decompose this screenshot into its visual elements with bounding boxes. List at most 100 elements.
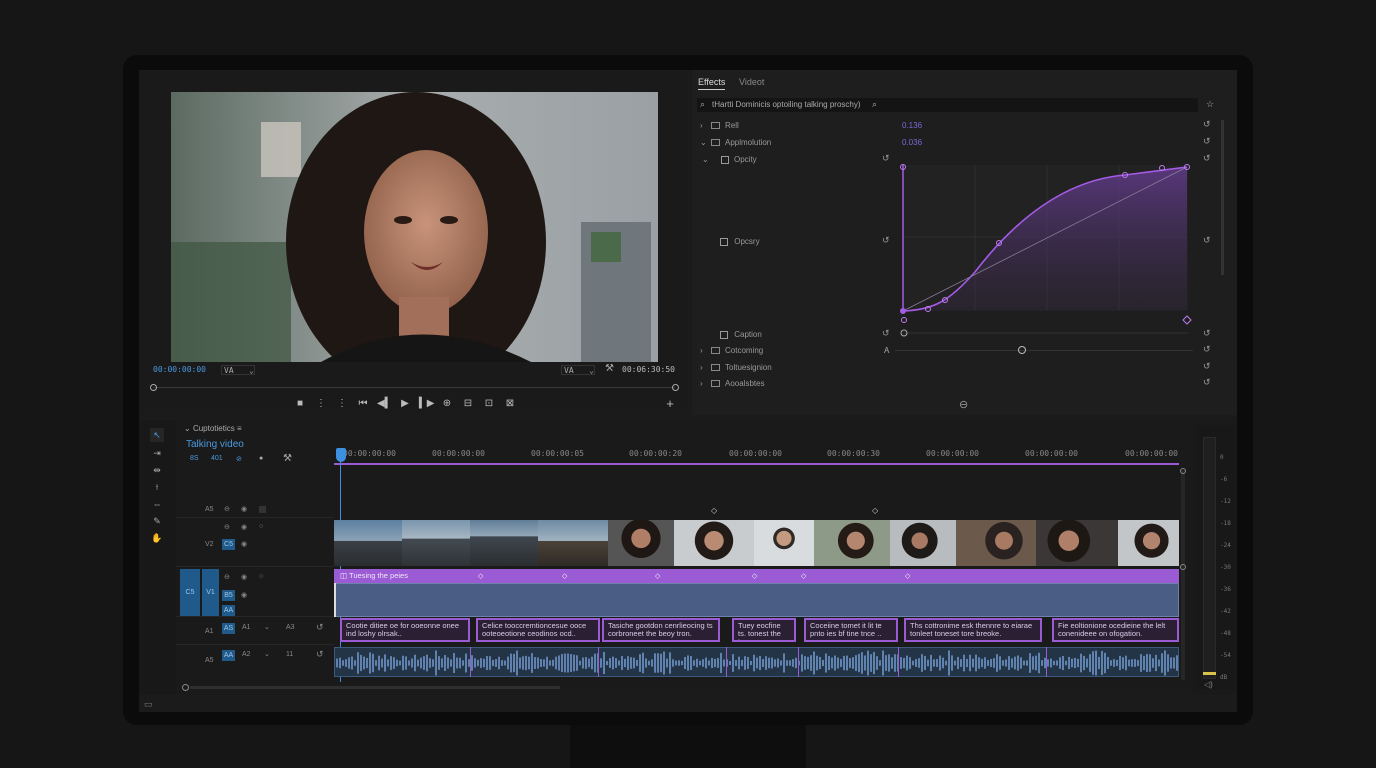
clip-keyframe-icon[interactable]: ◇ <box>801 572 806 580</box>
marker-icon[interactable]: ◇ <box>711 506 717 515</box>
effect-row-opcsry[interactable]: Opcsry <box>720 235 760 249</box>
effects-footer-icon[interactable]: ⊖ <box>959 398 968 411</box>
eye-icon[interactable]: ◉ <box>241 591 247 599</box>
chevron-down-icon[interactable]: ⌄ <box>264 650 270 658</box>
reset-icon[interactable]: ↺ <box>882 235 890 246</box>
caption-clip[interactable]: Celice tooccremtioncesue ooce ooteoeotio… <box>476 618 600 642</box>
clip-keyframe-icon[interactable]: ◇ <box>905 572 910 580</box>
insert-icon[interactable]: ⊕ <box>440 398 454 412</box>
eye-icon[interactable]: ◉ <box>241 540 247 548</box>
reset-icon[interactable]: ↺ <box>1203 235 1211 246</box>
program-timecode-in[interactable]: 00:00:00:00 <box>153 365 206 374</box>
program-scrubber-end[interactable] <box>672 384 679 391</box>
eye-icon[interactable]: ◉ <box>241 523 247 531</box>
caption-clip[interactable]: Cootie ditiee oe for ooeonne onee ind lo… <box>340 618 470 642</box>
keyframe-diamond[interactable] <box>1182 315 1192 325</box>
step-forward-icon[interactable]: ▍▶ <box>419 398 434 412</box>
mark-in-icon[interactable]: ⋮ <box>314 398 328 412</box>
program-fit-select[interactable]: VA ⌄ <box>221 365 255 375</box>
mute-icon[interactable]: ○ <box>259 573 263 580</box>
lock-icon[interactable]: ⊖ <box>224 505 230 513</box>
effect-row-toltuesignion[interactable]: › Toltuesignion <box>698 361 1198 375</box>
chat-icon[interactable]: ▭ <box>144 699 153 710</box>
selection-tool-icon[interactable]: ↖ <box>150 428 164 442</box>
v1-clip-body[interactable] <box>334 583 1179 617</box>
cotcoming-slider-handle[interactable] <box>1018 346 1026 354</box>
effect-value[interactable]: 0.136 <box>902 119 922 133</box>
reset-icon[interactable]: ↺ <box>1203 328 1211 339</box>
reset-icon[interactable]: ↺ <box>1203 153 1211 164</box>
checkbox[interactable] <box>720 237 728 246</box>
zoom-handle[interactable] <box>182 684 189 691</box>
reset-icon[interactable]: ↺ <box>1203 119 1211 130</box>
reset-icon[interactable]: ↺ <box>1203 344 1211 355</box>
keyframe-point[interactable] <box>901 317 907 323</box>
caption-clip[interactable]: Ths cottronime esk thennre to eiarae ton… <box>904 618 1042 642</box>
reset-icon[interactable]: ↺ <box>882 153 890 164</box>
marker-icon[interactable]: ◇ <box>872 506 878 515</box>
caption-clip[interactable]: Fie eoltionione ocedieine the lelt conen… <box>1052 618 1179 642</box>
effect-value[interactable]: 0.036 <box>902 136 922 150</box>
slip-tool-icon[interactable]: ⇔ <box>150 497 164 511</box>
linked-selection-toggle[interactable]: 401 <box>211 455 223 462</box>
caption-clip[interactable]: Tasiche gootdon cenrlieocing ts corbrone… <box>602 618 720 642</box>
hand-tool-icon[interactable]: ✋ <box>150 531 164 545</box>
timeline-vertical-scrollbar[interactable] <box>1181 470 1185 680</box>
chevron-down-icon[interactable]: ⌄ <box>264 623 270 631</box>
caption-clip[interactable]: Tuey eocfine ts. tonest the tonn. <box>732 618 796 642</box>
effect-row-applmolution[interactable]: ⌄ Applmolution 0.036 <box>698 136 1198 150</box>
speaker-icon[interactable]: ◁) <box>1204 680 1213 689</box>
reset-icon[interactable]: ↺ <box>316 649 324 660</box>
lift-icon[interactable]: ⊡ <box>482 398 496 412</box>
play-icon[interactable]: ▶ <box>398 398 412 412</box>
stop-icon[interactable]: ■ <box>293 398 307 412</box>
timeline-horizontal-scrollbar[interactable] <box>190 686 560 689</box>
reset-icon[interactable]: ↺ <box>1203 377 1211 388</box>
wrench-icon[interactable]: ⚒ <box>605 363 614 374</box>
clip-keyframe-icon[interactable]: ◇ <box>478 572 483 580</box>
star-icon[interactable]: ☆ <box>1206 99 1214 110</box>
clip-keyframe-icon[interactable]: ◇ <box>752 572 757 580</box>
reset-icon[interactable]: ↺ <box>882 328 890 339</box>
track-badge[interactable]: AA <box>222 605 235 616</box>
sequence-name[interactable]: Talking video <box>186 439 244 450</box>
effect-row-rell[interactable]: › Rell 0.136 <box>698 119 1198 133</box>
clip-keyframe-icon[interactable]: ◇ <box>562 572 567 580</box>
menu-icon[interactable]: ≡ <box>237 424 242 433</box>
eye-icon[interactable]: ◉ <box>241 505 247 513</box>
reset-icon[interactable]: ↺ <box>1203 361 1211 372</box>
search-icon[interactable]: ⌕ <box>872 99 877 110</box>
wrench-icon[interactable]: ⚒ <box>283 453 292 464</box>
opacity-keyframe-graph[interactable] <box>895 150 1195 350</box>
step-back-icon[interactable]: ◀▍ <box>377 398 392 412</box>
reset-icon[interactable]: ↺ <box>316 622 324 633</box>
effect-row-aooalsbtes[interactable]: › Aooalsbtes <box>698 377 1198 391</box>
lock-icon[interactable]: ⊖ <box>224 573 230 581</box>
razor-tool-icon[interactable]: ⟊ <box>150 480 164 494</box>
sync-lock-icon[interactable] <box>259 506 266 513</box>
video-clip-v2[interactable] <box>334 520 1179 566</box>
tab-effects[interactable]: Effects <box>698 75 726 90</box>
playhead-handle[interactable] <box>336 448 346 462</box>
clip-keyframe-icon[interactable]: ◇ <box>655 572 660 580</box>
cotcoming-slider-track[interactable] <box>895 350 1193 351</box>
track-badge[interactable]: AA <box>222 650 235 661</box>
mark-out-icon[interactable]: ⋮ <box>335 398 349 412</box>
snap-toggle[interactable]: 8S <box>190 455 199 462</box>
settings-toggle[interactable]: ● <box>259 455 263 462</box>
track-badge[interactable]: B5 <box>222 590 235 601</box>
program-scrubber-handle[interactable] <box>150 384 157 391</box>
overwrite-icon[interactable]: ⊟ <box>461 398 475 412</box>
pen-tool-icon[interactable]: ✎ <box>150 514 164 528</box>
track-badge[interactable]: AS <box>222 623 235 634</box>
export-frame-icon[interactable]: ⊠ <box>503 398 517 412</box>
ripple-edit-tool-icon[interactable]: ⇹ <box>150 463 164 477</box>
lock-icon[interactable]: ⊖ <box>224 523 230 531</box>
keyframe-point[interactable] <box>900 308 906 314</box>
go-to-in-icon[interactable]: ⏮ <box>356 398 370 412</box>
scroll-handle[interactable] <box>1180 564 1186 570</box>
reset-icon[interactable]: ↺ <box>1203 136 1211 147</box>
marker-toggle[interactable]: ⊘ <box>236 455 242 463</box>
effect-row-caption[interactable]: Caption <box>720 328 762 342</box>
track-target-toggle[interactable]: C5 <box>222 539 235 550</box>
